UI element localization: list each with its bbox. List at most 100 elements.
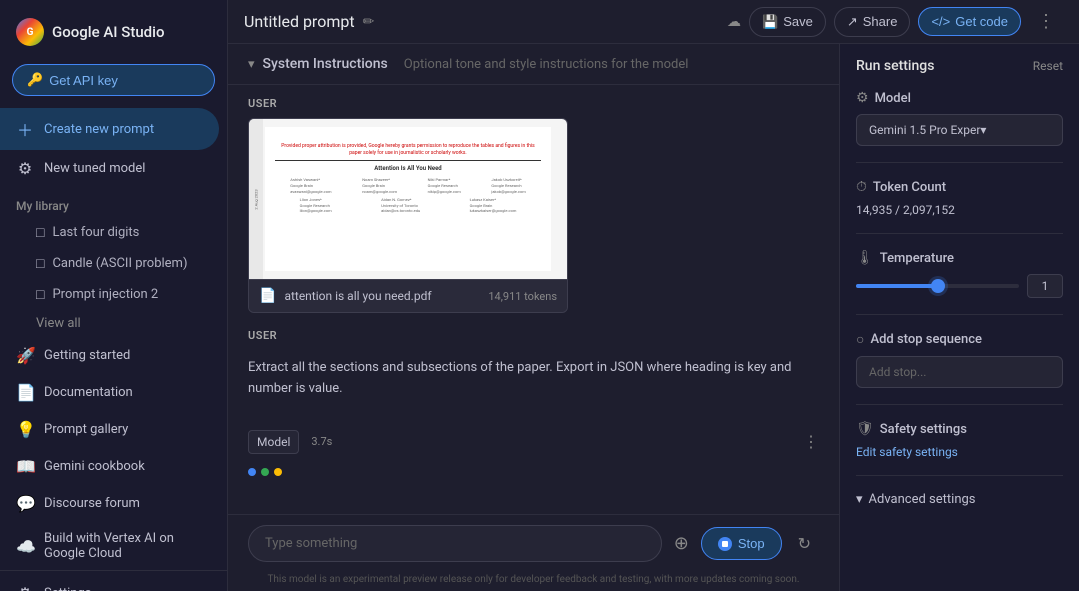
stop-sequence-label: ○ Add stop sequence [856,331,1063,348]
pdf-line [275,160,541,161]
temperature-label: 🌡 Temperature [856,250,1063,266]
share-button[interactable]: ↗ Share [834,7,911,37]
system-instructions-chevron[interactable]: ▾ [248,57,255,72]
reset-button[interactable]: Reset [1033,59,1063,73]
chat-input[interactable]: Type something [248,525,662,562]
model-select[interactable]: Gemini 1.5 Pro Exper▾ [856,114,1063,146]
plus-icon: ＋ [16,117,34,141]
temperature-slider-row: 1 [856,274,1063,298]
token-count-label-text: Token Count [873,180,946,195]
run-settings-header: Run settings Reset [856,58,1063,74]
system-instructions-label: System Instructions [263,56,388,72]
sidebar-item-settings[interactable]: ⚙ Settings [0,575,219,591]
model-section: ⚙ Model Gemini 1.5 Pro Exper▾ [856,90,1063,146]
temperature-section: 🌡 Temperature 1 [856,250,1063,298]
sidebar-item-getting-started[interactable]: 🚀 Getting started [0,337,219,374]
model-icon: ⚙ [856,90,869,106]
sidebar-item-create-prompt[interactable]: ＋ Create new prompt [0,108,219,150]
message-block-1: User Extract all the sections and subsec… [248,329,819,408]
typing-indicator [248,460,819,484]
pdf-meta: 📄 attention is all you need.pdf 14,911 t… [249,279,567,312]
rocket-icon: 🚀 [16,346,34,365]
sidebar-item-documentation[interactable]: 📄 Documentation [0,374,219,411]
doc-nav-icon: 📄 [16,383,34,402]
user-role-label-1: User [248,329,819,342]
prompt-title: Untitled prompt [244,12,355,31]
system-instructions-placeholder[interactable]: Optional tone and style instructions for… [404,57,689,72]
vertex-ai-label: Build with Vertex AI on Google Cloud [44,531,203,561]
typing-dot-1 [248,468,256,476]
save-button[interactable]: 💾 Save [749,7,826,37]
main-content: Untitled prompt ✏ ☁ 💾 Save ↗ Share </> G… [228,0,1079,591]
sidebar-item-prompt-gallery[interactable]: 💡 Prompt gallery [0,411,219,448]
chat-area: ▾ System Instructions Optional tone and … [228,44,839,591]
stop-seq-icon: ○ [856,331,864,348]
sidebar-item-new-tuned-model[interactable]: ⚙ New tuned model [0,150,219,187]
stop-label: Stop [738,536,765,551]
settings-icon: ⚙ [16,584,34,591]
prompt-gallery-label: Prompt gallery [44,422,128,437]
typing-dot-2 [261,468,269,476]
sidebar-item-discourse-forum[interactable]: 💬 Discourse forum [0,485,219,522]
pdf-red-text: Provided proper attribution is provided,… [275,143,541,157]
pdf-sidebar-bar: 2 Aug 2023 [249,119,263,279]
code-icon: </> [931,14,950,29]
save-icon: 💾 [762,14,778,30]
gemini-cookbook-label: Gemini cookbook [44,459,145,474]
user-message-text: Extract all the sections and subsections… [248,350,819,408]
token-count-section: ⏱ Token Count 14,935 / 2,097,152 [856,179,1063,217]
more-options-icon[interactable]: ⋮ [1029,7,1063,36]
get-api-key-button[interactable]: 🔑 Get API key [12,64,215,96]
save-cloud-icon: ☁ [727,14,741,30]
bottom-disclaimer: This model is an experimental preview re… [228,572,839,591]
library-item-1[interactable]: □ Candle (ASCII problem) [0,248,227,279]
get-code-button[interactable]: </> Get code [918,7,1021,36]
content-area: ▾ System Instructions Optional tone and … [228,44,1079,591]
library-item-0[interactable]: □ Last four digits [0,217,227,248]
my-library-section: My library □ Last four digits □ Candle (… [0,191,227,337]
shield-icon: 🛡 [856,421,874,437]
book-icon: 📖 [16,457,34,476]
model-badge: Model [248,430,299,454]
safety-section: 🛡 Safety settings Edit safety settings [856,421,1063,459]
pdf-content: Provided proper attribution is provided,… [265,127,551,271]
temperature-slider-thumb [931,279,945,293]
temperature-value[interactable]: 1 [1027,274,1063,298]
new-tuned-model-label: New tuned model [44,161,145,176]
edit-safety-link[interactable]: Edit safety settings [856,445,1063,459]
header: Untitled prompt ✏ ☁ 💾 Save ↗ Share </> G… [228,0,1079,44]
key-icon: 🔑 [27,72,43,88]
pdf-file-icon: 📄 [259,288,276,304]
pdf-attachment: 2 Aug 2023 Provided proper attribution i… [248,118,568,313]
sidebar-item-vertex-ai[interactable]: ☁️ Build with Vertex AI on Google Cloud [0,522,219,570]
library-item-2[interactable]: □ Prompt injection 2 [0,279,227,310]
library-item-label-1: Candle (ASCII problem) [52,256,187,271]
add-stop-input[interactable]: Add stop... [856,356,1063,388]
chat-icon: 💬 [16,494,34,513]
message-block-2: Model 3.7s ⋮ [248,424,819,484]
doc-icon-0: □ [36,224,44,241]
message-block-0: User 2 Aug 2023 Provided proper attribut… [248,97,819,313]
stop-square [722,541,728,547]
input-placeholder: Type something [265,536,357,551]
advanced-settings-toggle[interactable]: ▾ Advanced settings [856,492,1063,507]
add-attachment-icon[interactable]: ⊕ [670,529,693,558]
temperature-slider[interactable] [856,284,1019,288]
library-item-label-0: Last four digits [52,225,139,240]
edit-title-icon[interactable]: ✏ [363,14,375,30]
model-label-text: Model [875,91,911,106]
run-settings-panel: Run settings Reset ⚙ Model Gemini 1.5 Pr… [839,44,1079,591]
model-more-icon[interactable]: ⋮ [803,432,819,451]
logo-icon: G [16,18,44,46]
typing-dot-3 [274,468,282,476]
stop-sequence-label-text: Add stop sequence [870,332,981,347]
view-all-link[interactable]: View all [0,310,227,337]
temperature-slider-fill [856,284,938,288]
sidebar-item-gemini-cookbook[interactable]: 📖 Gemini cookbook [0,448,219,485]
stop-button[interactable]: Stop [701,527,782,560]
refresh-icon[interactable]: ↻ [790,530,819,557]
pdf-date-text: 2 Aug 2023 [254,189,259,209]
model-select-value: Gemini 1.5 Pro Exper▾ [869,123,986,137]
stop-sequence-section: ○ Add stop sequence Add stop... [856,331,1063,388]
input-area: Type something ⊕ Stop ↻ [228,514,839,572]
